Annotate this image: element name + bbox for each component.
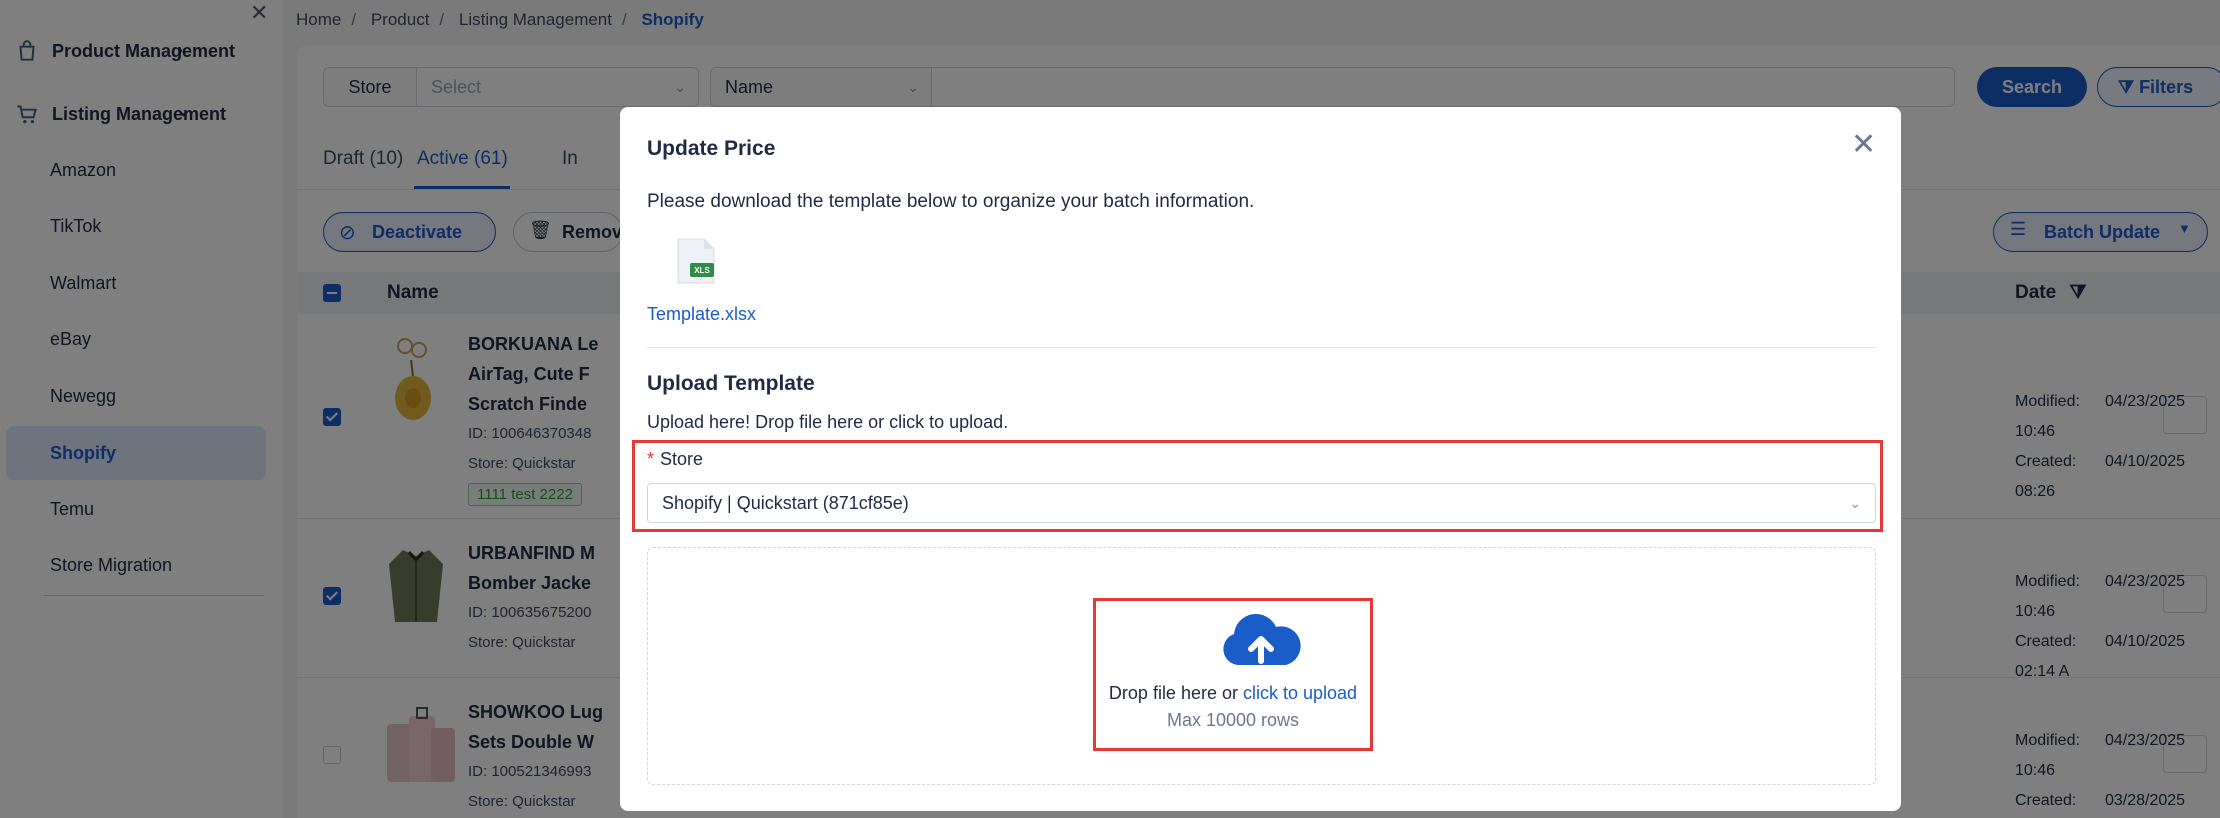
- xls-file-icon[interactable]: XLS: [676, 237, 716, 285]
- modal-divider: [647, 347, 1876, 348]
- store-field-label: * Store: [647, 449, 703, 470]
- modal-title: Update Price: [647, 137, 776, 160]
- modal-instruction: Please download the template below to or…: [647, 191, 1255, 212]
- update-price-modal: Update Price ✕ Please download the templ…: [620, 107, 1901, 811]
- required-asterisk: *: [647, 449, 655, 469]
- drop-instruction: Drop file here or click to upload: [1093, 683, 1373, 704]
- chevron-down-icon: ⌄: [1849, 495, 1861, 511]
- store-select-dropdown[interactable]: Shopify | Quickstart (871cf85e) ⌄: [647, 483, 1876, 523]
- close-icon[interactable]: ✕: [1851, 127, 1876, 162]
- click-to-upload-link[interactable]: click to upload: [1243, 683, 1357, 703]
- xls-badge: XLS: [694, 266, 710, 275]
- cloud-upload-icon: [1223, 613, 1301, 665]
- drop-text: Drop file here or: [1108, 683, 1243, 703]
- store-label-text: Store: [660, 449, 704, 469]
- store-select-value: Shopify | Quickstart (871cf85e): [662, 493, 909, 513]
- max-rows-note: Max 10000 rows: [1166, 710, 1300, 730]
- template-download-link[interactable]: Template.xlsx: [647, 304, 756, 325]
- upload-hint: Upload here! Drop file here or click to …: [647, 412, 1009, 432]
- upload-template-title: Upload Template: [647, 372, 815, 395]
